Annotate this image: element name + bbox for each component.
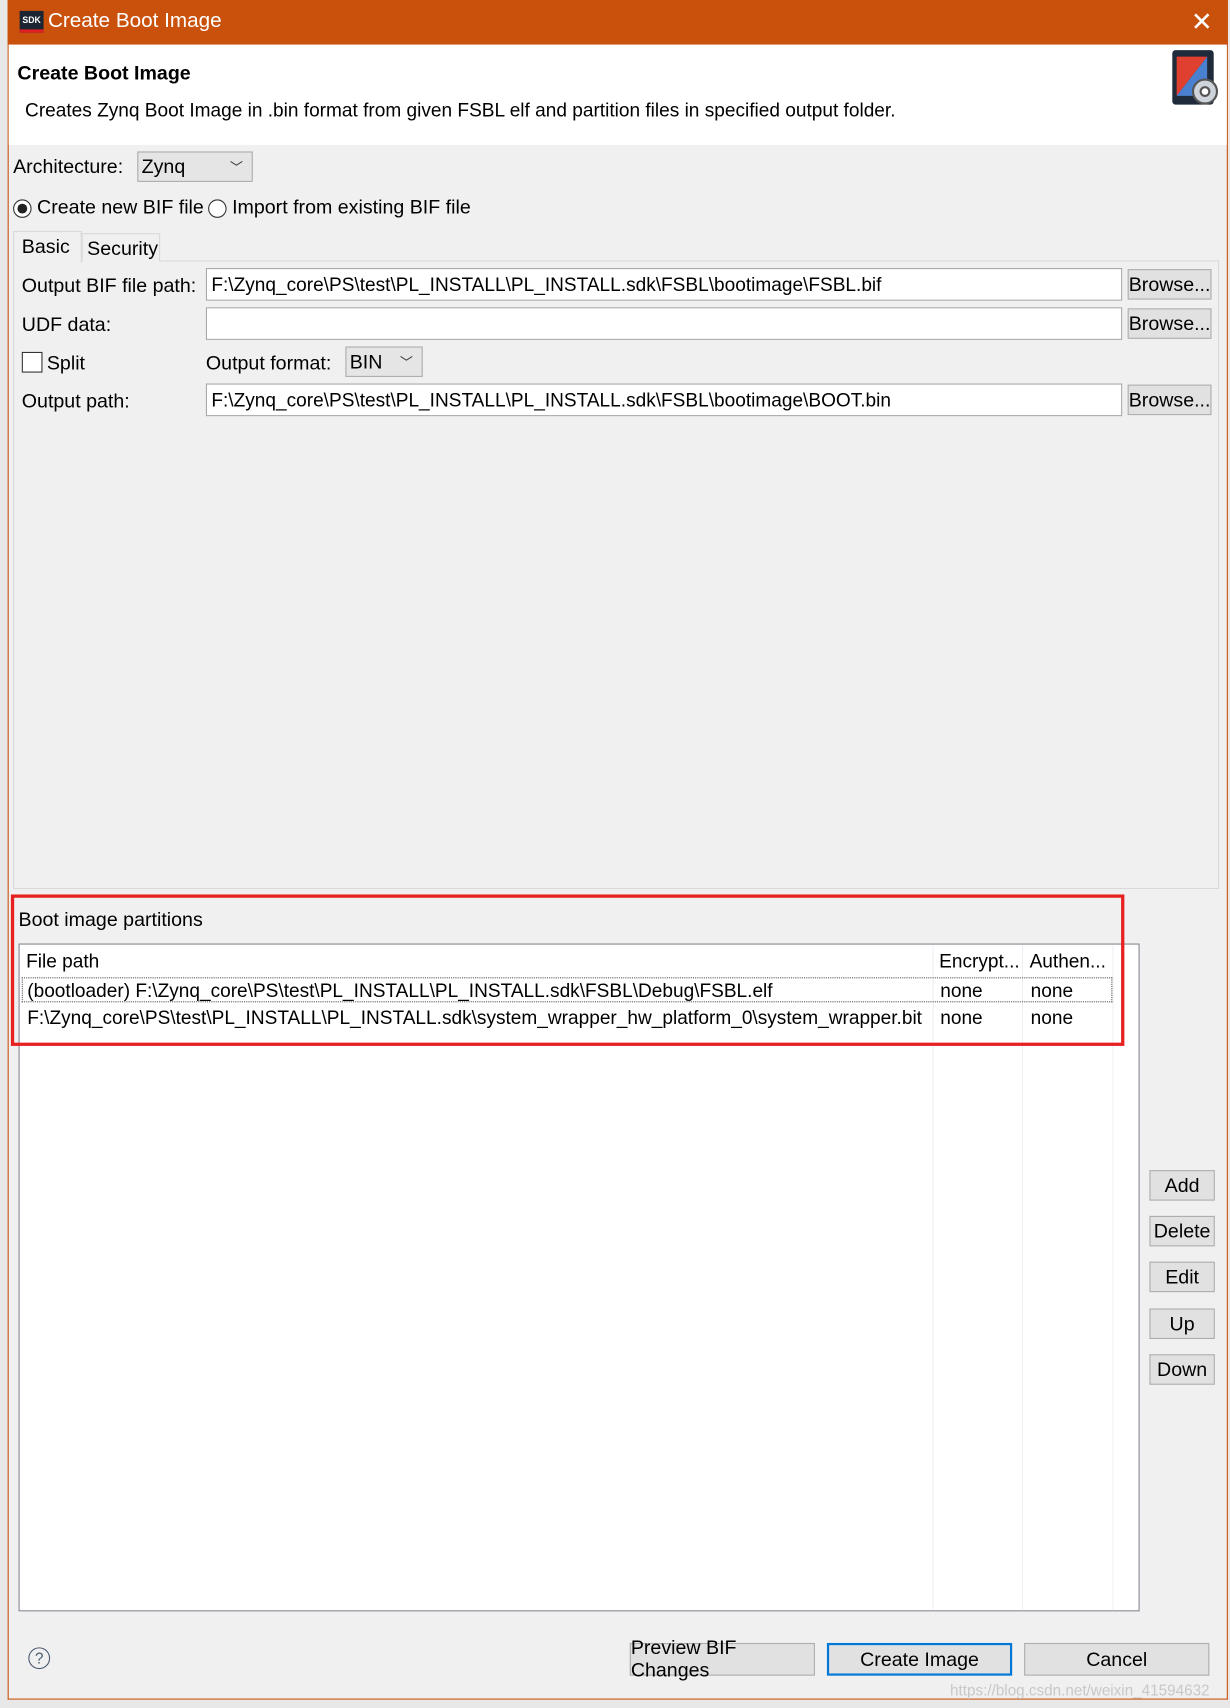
cancel-button[interactable]: Cancel — [1024, 1642, 1210, 1676]
output-format-combo[interactable]: BIN ﹀ — [345, 346, 423, 377]
browse-udf-button[interactable]: Browse... — [1127, 308, 1212, 339]
tab-content-panel — [13, 260, 1220, 890]
output-path-input[interactable]: F:\Zynq_core\PS\test\PL_INSTALL\PL_INSTA… — [205, 383, 1123, 417]
window-title: Create Boot Image — [47, 9, 222, 33]
radio-icon — [13, 199, 32, 218]
down-button[interactable]: Down — [1149, 1354, 1215, 1385]
page-title: Create Boot Image — [17, 62, 191, 84]
udf-input[interactable] — [205, 307, 1123, 340]
watermark: https://blog.csdn.net/weixin_41594632 — [950, 1681, 1210, 1699]
up-button[interactable]: Up — [1149, 1308, 1215, 1339]
sdk-icon: SDK — [19, 10, 44, 33]
radio-icon — [208, 199, 227, 218]
tab-basic[interactable]: Basic — [13, 230, 82, 263]
architecture-value: Zynq — [141, 155, 186, 178]
edit-button[interactable]: Edit — [1149, 1261, 1215, 1293]
delete-button[interactable]: Delete — [1149, 1215, 1215, 1247]
output-format-label: Output format: — [205, 351, 332, 374]
help-icon[interactable]: ? — [28, 1647, 51, 1670]
close-icon[interactable]: ✕ — [1191, 7, 1213, 39]
architecture-label: Architecture: — [13, 155, 124, 178]
add-button[interactable]: Add — [1149, 1170, 1215, 1201]
browse-output-button[interactable]: Browse... — [1127, 384, 1212, 416]
output-bif-input[interactable]: F:\Zynq_core\PS\test\PL_INSTALL\PL_INSTA… — [205, 268, 1123, 301]
radio-create-new-bif[interactable]: Create new BIF file — [13, 196, 204, 219]
title-bar: SDK Create Boot Image ✕ — [7, 0, 1228, 45]
chevron-down-icon: ﹀ — [229, 160, 243, 176]
create-image-button[interactable]: Create Image — [826, 1642, 1013, 1676]
output-format-value: BIN — [349, 350, 383, 373]
radio-import-bif[interactable]: Import from existing BIF file — [208, 196, 471, 219]
architecture-combo[interactable]: Zynq ﹀ — [137, 151, 253, 182]
udf-label: UDF data: — [21, 313, 112, 336]
radio-label: Create new BIF file — [37, 196, 204, 218]
dialog-header: Create Boot Image Creates Zynq Boot Imag… — [8, 44, 1227, 145]
output-path-label: Output path: — [21, 390, 130, 412]
browse-bif-button[interactable]: Browse... — [1127, 269, 1212, 300]
boot-image-gear-icon — [1170, 48, 1220, 107]
split-checkbox[interactable] — [21, 351, 43, 373]
highlight-rectangle — [10, 894, 1125, 1046]
page-description: Creates Zynq Boot Image in .bin format f… — [25, 99, 896, 121]
split-label: Split — [46, 351, 85, 374]
output-bif-label: Output BIF file path: — [21, 274, 197, 297]
preview-bif-button[interactable]: Preview BIF Changes — [629, 1636, 815, 1681]
tab-security[interactable]: Security — [81, 233, 161, 262]
chevron-down-icon: ﹀ — [399, 355, 413, 371]
radio-label: Import from existing BIF file — [232, 196, 471, 218]
